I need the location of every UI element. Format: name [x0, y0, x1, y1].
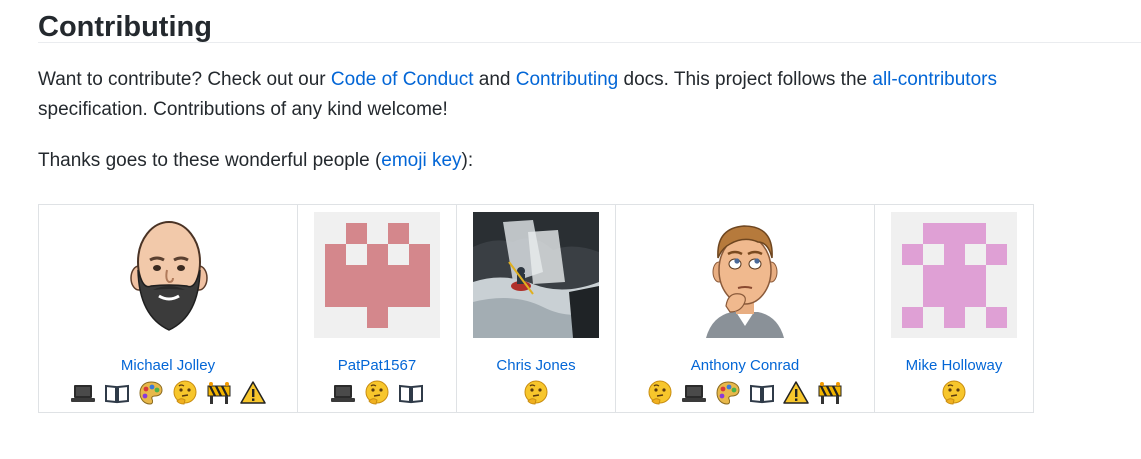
thinking-face-icon[interactable]: [940, 379, 968, 407]
identicon-avatar: [314, 212, 440, 338]
contributor-name[interactable]: Michael Jolley: [39, 357, 297, 374]
contributor-avatar-link[interactable]: [682, 212, 808, 338]
thanks-text: Thanks goes to these wonderful people (: [38, 150, 382, 171]
contributor-name[interactable]: Chris Jones: [457, 357, 615, 374]
thanks-text: ):: [461, 150, 474, 171]
intro-paragraph: Want to contribute? Check out our Code o…: [38, 65, 1098, 125]
intro-text: docs. This project follows the: [618, 69, 873, 90]
readme-content: Contributing Want to contribute? Check o…: [38, 0, 1141, 413]
thinking-face-icon[interactable]: [171, 379, 199, 407]
emoji-key-link[interactable]: emoji key: [381, 150, 461, 171]
laptop-icon[interactable]: [680, 379, 708, 407]
contribution-emojis: [39, 379, 297, 407]
book-icon[interactable]: [103, 379, 131, 407]
contributor-name[interactable]: PatPat1567: [298, 357, 456, 374]
contribution-emojis: [298, 379, 456, 407]
identicon-avatar: [891, 212, 1017, 338]
construction-icon[interactable]: [205, 379, 233, 407]
contributor-cell: Anthony Conrad: [615, 204, 875, 413]
laptop-icon[interactable]: [329, 379, 357, 407]
book-icon[interactable]: [748, 379, 776, 407]
contributors-table: Michael Jolley PatPat1567 Chris Jones An…: [38, 204, 1034, 413]
contributor-cell: Michael Jolley: [38, 204, 298, 413]
all-contributors-link[interactable]: all-contributors: [872, 69, 997, 90]
thinking-face-icon[interactable]: [363, 379, 391, 407]
avatar-kayak-photo: [473, 212, 599, 338]
thanks-paragraph: Thanks goes to these wonderful people (e…: [38, 146, 1141, 176]
warning-icon[interactable]: [239, 379, 267, 407]
contributor-avatar-link[interactable]: [891, 212, 1017, 338]
contributor-avatar-link[interactable]: [473, 212, 599, 338]
code-of-conduct-link[interactable]: Code of Conduct: [331, 69, 474, 90]
palette-icon[interactable]: [137, 379, 165, 407]
contribution-emojis: [875, 379, 1033, 407]
book-icon[interactable]: [397, 379, 425, 407]
contributor-name[interactable]: Anthony Conrad: [616, 357, 874, 374]
contributor-avatar-link[interactable]: [314, 212, 440, 338]
contributor-avatar-link[interactable]: [105, 212, 231, 338]
contribution-emojis: [616, 379, 874, 407]
contributors-row: Michael Jolley PatPat1567 Chris Jones An…: [38, 204, 1034, 413]
contributor-cell: Chris Jones: [456, 204, 616, 413]
warning-icon[interactable]: [782, 379, 810, 407]
intro-text: and: [473, 69, 516, 90]
palette-icon[interactable]: [714, 379, 742, 407]
avatar-thinking-man: [682, 212, 808, 338]
contributing-link[interactable]: Contributing: [516, 69, 618, 90]
avatar-bearded-man: [105, 212, 231, 338]
section-heading: Contributing: [38, 0, 1141, 43]
intro-text: Want to contribute? Check out our: [38, 69, 331, 90]
contribution-emojis: [457, 379, 615, 407]
thinking-face-icon[interactable]: [522, 379, 550, 407]
intro-text: specification. Contributions of any kind…: [38, 99, 448, 120]
thinking-face-icon[interactable]: [646, 379, 674, 407]
contributor-cell: Mike Holloway: [874, 204, 1034, 413]
contributor-cell: PatPat1567: [297, 204, 457, 413]
construction-icon[interactable]: [816, 379, 844, 407]
laptop-icon[interactable]: [69, 379, 97, 407]
contributor-name[interactable]: Mike Holloway: [875, 357, 1033, 374]
